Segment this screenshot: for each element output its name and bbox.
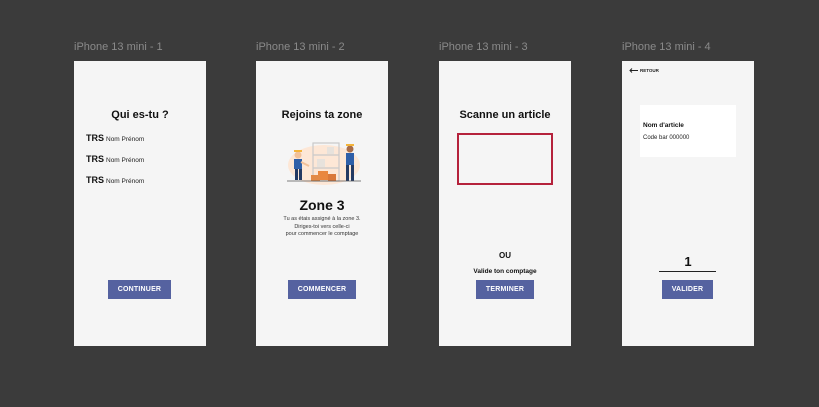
screen-title: Qui es-tu ? — [111, 109, 169, 121]
user-name: Nom Prénom — [106, 157, 145, 164]
continue-button[interactable]: CONTINUER — [108, 280, 171, 299]
user-option[interactable]: TRS Nom Prénom — [86, 175, 144, 185]
user-option[interactable]: TRS Nom Prénom — [86, 133, 144, 143]
frame-label-1: iPhone 13 mini - 1 — [74, 41, 163, 53]
article-name: Nom d'article — [643, 122, 684, 129]
or-separator: OU — [499, 251, 511, 260]
quantity-value[interactable]: 1 — [632, 254, 744, 269]
screen-scan-article: Scanne un article OU Valide ton comptage… — [439, 61, 571, 346]
screen-join-zone: Rejoins ta zone Zone 3 Tu as étais assig… — [256, 61, 388, 346]
zone-description-line: pour commencer le comptage — [285, 231, 359, 237]
article-barcode: Code bar 000000 — [643, 135, 690, 141]
back-label: RETOUR — [640, 68, 659, 73]
user-code: TRS — [86, 175, 104, 185]
screen-article-detail: RETOUR Nom d'article Code bar 000000 1 V… — [622, 61, 754, 346]
zone-description-line: Diriges-toi vers celle-ci — [294, 223, 350, 230]
screen-who-are-you: Qui es-tu ? TRS Nom Prénom TRS Nom Préno… — [74, 61, 206, 346]
frame-label-3: iPhone 13 mini - 3 — [439, 41, 528, 53]
screen-title: Scanne un article — [459, 109, 551, 121]
user-option[interactable]: TRS Nom Prénom — [86, 154, 144, 164]
back-arrow-icon — [629, 68, 638, 73]
quantity-underline — [659, 271, 716, 272]
validate-button[interactable]: VALIDER — [662, 280, 713, 299]
zone-number: Zone 3 — [299, 197, 345, 213]
user-name: Nom Prénom — [106, 136, 145, 143]
scanner-area[interactable] — [457, 133, 553, 185]
zone-description-line: Tu as étais assigné à la zone 3. — [283, 216, 361, 222]
zone-description: Tu as étais assigné à la zone 3. Diriges… — [256, 216, 388, 239]
finish-button[interactable]: TERMINER — [476, 280, 534, 299]
start-button[interactable]: COMMENCER — [288, 280, 356, 299]
frame-label-4: iPhone 13 mini - 4 — [622, 41, 711, 53]
screen-title: Rejoins ta zone — [281, 109, 363, 121]
user-name: Nom Prénom — [106, 178, 145, 185]
back-link[interactable]: RETOUR — [629, 68, 659, 73]
user-code: TRS — [86, 154, 104, 164]
validate-count-text: Valide ton comptage — [473, 268, 537, 275]
article-card: Nom d'article Code bar 000000 — [640, 105, 736, 157]
frame-label-2: iPhone 13 mini - 2 — [256, 41, 345, 53]
user-code: TRS — [86, 133, 104, 143]
warehouse-workers-illustration — [287, 142, 361, 185]
